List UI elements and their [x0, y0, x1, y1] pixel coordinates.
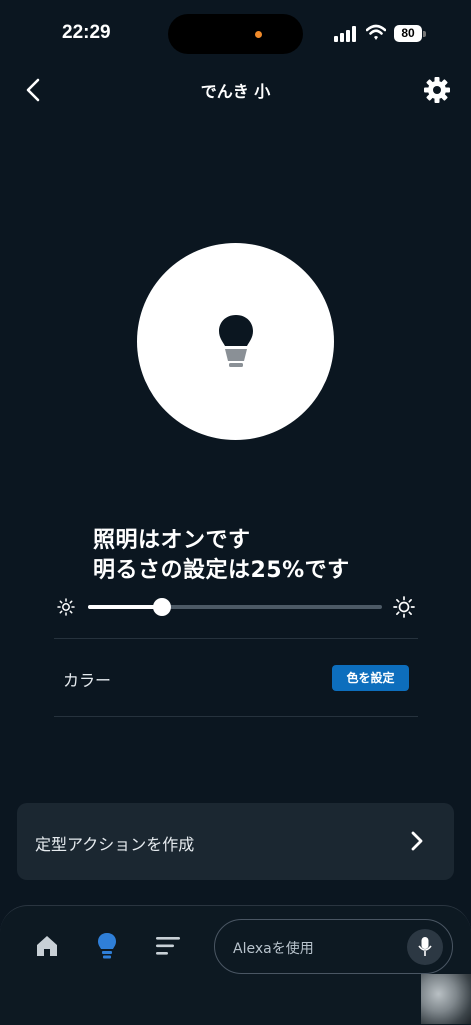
battery-tip	[423, 31, 426, 37]
light-bulb-icon	[219, 315, 253, 367]
power-status-text: 照明はオンです	[93, 528, 251, 553]
wifi-icon	[366, 24, 386, 40]
microphone-button[interactable]	[407, 929, 443, 965]
home-icon[interactable]	[35, 934, 59, 958]
bright-sun-icon	[393, 596, 415, 618]
brightness-slider-track[interactable]	[88, 605, 382, 609]
privacy-indicator-dot	[255, 31, 262, 38]
brightness-slider-fill	[88, 605, 162, 609]
more-menu-icon[interactable]	[155, 935, 181, 957]
dim-sun-icon	[57, 598, 75, 616]
floating-preview-thumbnail[interactable]	[421, 974, 471, 1024]
devices-bulb-icon[interactable]	[97, 932, 117, 960]
chevron-right-icon	[411, 831, 423, 851]
microphone-icon	[418, 937, 432, 956]
create-routine-label: 定型アクションを作成	[35, 835, 195, 854]
divider	[54, 638, 418, 639]
brightness-status-text: 明るさの設定は25%です	[93, 558, 350, 583]
color-label: カラー	[63, 671, 112, 690]
divider	[54, 716, 418, 717]
alexa-placeholder: Alexaを使用	[233, 941, 314, 957]
page-title: でんき 小	[200, 82, 271, 101]
status-time: 22:29	[62, 22, 111, 43]
create-routine-card[interactable]: 定型アクションを作成	[17, 803, 454, 880]
set-color-button[interactable]: 色を設定	[332, 665, 409, 691]
cellular-signal-icon	[334, 26, 356, 42]
brightness-slider-handle[interactable]	[152, 598, 171, 616]
gear-icon[interactable]	[422, 75, 452, 105]
battery-indicator: 80	[394, 25, 422, 42]
dynamic-island	[168, 14, 303, 54]
alexa-input-bar[interactable]: Alexaを使用	[214, 919, 453, 974]
